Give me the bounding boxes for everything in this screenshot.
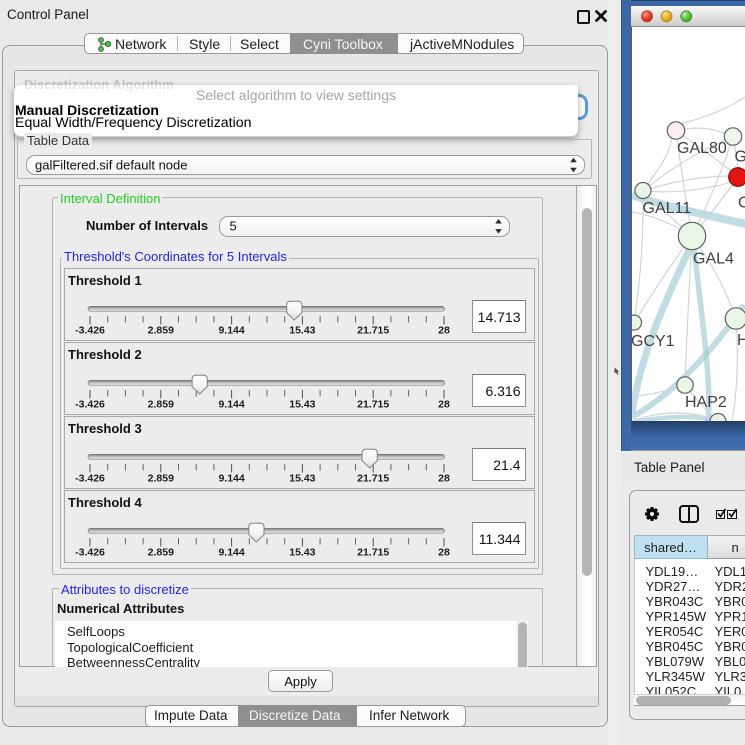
svg-text:GAL80: GAL80 — [677, 140, 727, 157]
svg-text:9.144: 9.144 — [218, 325, 244, 337]
svg-text:-3.426: -3.426 — [75, 547, 105, 559]
svg-text:21.715: 21.715 — [357, 473, 389, 485]
svg-text:9.144: 9.144 — [218, 399, 244, 411]
svg-text:C: C — [738, 194, 745, 211]
svg-text:28: 28 — [438, 547, 450, 559]
svg-text:HAP2: HAP2 — [685, 394, 727, 411]
svg-text:28: 28 — [438, 399, 450, 411]
svg-text:GAL4: GAL4 — [693, 250, 734, 267]
svg-text:28: 28 — [438, 473, 450, 485]
svg-text:15.43: 15.43 — [289, 399, 315, 411]
svg-text:GCY1: GCY1 — [631, 333, 675, 350]
svg-text:2.859: 2.859 — [148, 473, 174, 485]
svg-text:21.715: 21.715 — [357, 399, 389, 411]
svg-text:2.859: 2.859 — [148, 547, 174, 559]
svg-text:15.43: 15.43 — [289, 473, 315, 485]
svg-text:9.144: 9.144 — [218, 547, 244, 559]
svg-text:9.144: 9.144 — [218, 473, 244, 485]
svg-text:2.859: 2.859 — [148, 399, 174, 411]
svg-text:H: H — [737, 332, 745, 349]
svg-text:21.715: 21.715 — [357, 547, 389, 559]
svg-text:-3.426: -3.426 — [75, 473, 105, 485]
svg-text:-3.426: -3.426 — [75, 325, 105, 337]
svg-text:21.715: 21.715 — [357, 325, 389, 337]
svg-text:2.859: 2.859 — [148, 325, 174, 337]
svg-text:GAL11: GAL11 — [643, 200, 692, 217]
svg-text:15.43: 15.43 — [289, 547, 315, 559]
svg-text:-3.426: -3.426 — [75, 399, 105, 411]
svg-text:15.43: 15.43 — [289, 325, 315, 337]
svg-text:28: 28 — [438, 325, 450, 337]
svg-text:GA: GA — [735, 148, 745, 165]
